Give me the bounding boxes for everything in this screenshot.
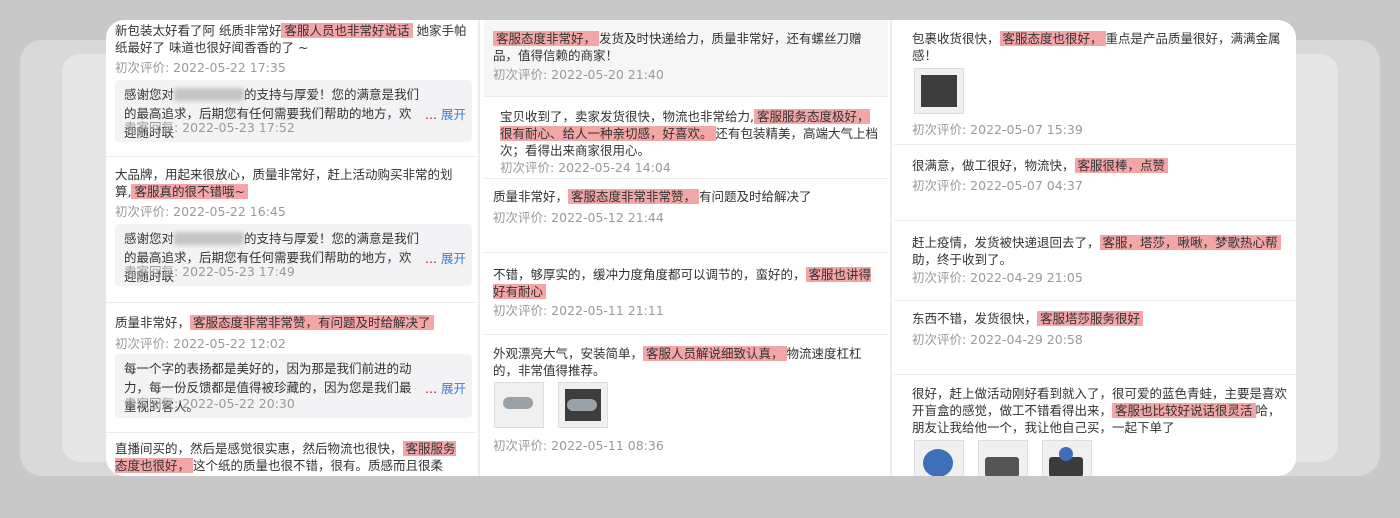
review-date: 初次评价: 2022-05-22 17:35 bbox=[115, 60, 286, 75]
review-photo-thumbnail[interactable] bbox=[494, 382, 544, 428]
review-date: 初次评价: 2022-05-07 04:37 bbox=[912, 178, 1083, 193]
review-column-1: 新包装太好看了阿 纸质非常好 客服人员也非常好说话 她家手帕纸最好了 味道也很好闻… bbox=[106, 20, 476, 476]
review-date: 初次评价: 2022-05-12 21:44 bbox=[493, 210, 664, 225]
review-photo-thumbnail[interactable] bbox=[914, 440, 964, 476]
review-item: 直播间买的，然后是感觉很实惠，然后物流也很快， 客服服务态度也很好， 这个纸的质量也… bbox=[106, 434, 476, 476]
expand-link[interactable]: ... 展开 bbox=[425, 104, 466, 123]
review-item: 质量非常好，客服态度非常非常赞，有问题及时给解决了 初次评价: 2022-05-… bbox=[484, 182, 888, 253]
review-item: 宝贝收到了，卖家发货很快，物流也非常给力, 客服服务态度极好，很有耐心、给人一种亲… bbox=[484, 102, 888, 179]
review-photo-thumbnail[interactable] bbox=[978, 440, 1028, 476]
review-column-3: 包裹收货很快， 客服态度也很好， 重点是产品质量很好，满满金属感！ 初次评价: 20… bbox=[894, 20, 1296, 476]
highlight: 客服很棒，点赞 bbox=[1074, 158, 1169, 173]
review-item: 很好，赶上做活动刚好看到就入了，很可爱的蓝色青蛙，主要是喜欢开盲盒的感觉，做工不… bbox=[894, 378, 1296, 476]
highlight: 客服塔莎服务很好 bbox=[1037, 311, 1144, 326]
review-item: 大品牌，用起来很放心，质量非常好，赶上活动购买非常的划算, 客服真的很不错哦~ 初… bbox=[106, 158, 476, 303]
review-text: 很满意，做工很好，物流快， 客服很棒，点赞 bbox=[912, 157, 1288, 174]
review-item: 很满意，做工很好，物流快， 客服很棒，点赞 初次评价: 2022-05-07 04… bbox=[894, 148, 1296, 221]
highlight: 客服人员也非常好说话 bbox=[281, 23, 413, 38]
highlight: 客服也比较好说话很灵活 bbox=[1112, 403, 1256, 418]
review-item: 东西不错，发货很快， 客服塔莎服务很好 初次评价: 2022-04-29 20:5… bbox=[894, 302, 1296, 375]
review-text: 宝贝收到了，卖家发货很快，物流也非常给力, 客服服务态度极好，很有耐心、给人一种亲… bbox=[500, 109, 879, 158]
column-divider bbox=[890, 20, 892, 476]
review-text: 质量非常好，客服态度非常非常赞，有问题及时给解决了 bbox=[115, 314, 468, 331]
highlight: 客服态度非常非常赞，有问题及时给解决了 bbox=[190, 315, 434, 330]
review-text: 直播间买的，然后是感觉很实惠，然后物流也很快， 客服服务态度也很好， 这个纸的质量也… bbox=[115, 441, 456, 476]
review-text: 很好，赶上做活动刚好看到就入了，很可爱的蓝色青蛙，主要是喜欢开盲盒的感觉，做工不… bbox=[912, 386, 1288, 435]
review-text: 新包装太好看了阿 纸质非常好 客服人员也非常好说话 她家手帕纸最好了 味道也很好闻… bbox=[115, 23, 467, 55]
review-item: 赶上疫情，发货被快递退回去了， 客服，塔莎，啾啾，梦歌热心帮助，终于收到了。 初次… bbox=[894, 224, 1296, 301]
review-date: 初次评价: 2022-05-11 08:36 bbox=[493, 438, 664, 453]
review-date: 初次评价: 2022-05-22 12:02 bbox=[115, 336, 286, 351]
review-photo-thumbnail[interactable] bbox=[558, 382, 608, 428]
highlight: 客服，塔莎，啾啾，梦歌热心帮 bbox=[1099, 235, 1281, 250]
column-divider bbox=[478, 20, 480, 476]
review-item: 质量非常好，客服态度非常非常赞，有问题及时给解决了 初次评价: 2022-05-… bbox=[106, 304, 476, 433]
review-photo-thumbnail[interactable] bbox=[1042, 440, 1092, 476]
review-date: 初次评价: 2022-04-29 21:05 bbox=[912, 270, 1083, 285]
reply-date: 卖家回复: 2022-05-22 20:30 bbox=[124, 396, 295, 411]
review-text: 不错，够厚实的，缓冲力度角度都可以调节的，蛮好的， 客服也讲得好有耐心 bbox=[493, 267, 872, 299]
review-collage: 新包装太好看了阿 纸质非常好 客服人员也非常好说话 她家手帕纸最好了 味道也很好闻… bbox=[106, 20, 1296, 476]
review-text: 东西不错，发货很快， 客服塔莎服务很好 bbox=[912, 310, 1288, 327]
seller-reply: 每一个字的表扬都是美好的，因为那是我们前进的动力，每一份反馈都是值得被珍藏的，因… bbox=[115, 354, 472, 418]
review-item: 新包装太好看了阿 纸质非常好 客服人员也非常好说话 她家手帕纸最好了 味道也很好闻… bbox=[106, 20, 476, 157]
highlight: 客服真的很不错哦~ bbox=[131, 184, 248, 199]
highlight: 客服态度非常好， bbox=[493, 31, 600, 46]
review-text: 质量非常好，客服态度非常非常赞，有问题及时给解决了 bbox=[493, 189, 812, 204]
highlight: 客服人员解说细致认真， bbox=[643, 346, 787, 361]
review-item: 不错，够厚实的，缓冲力度角度都可以调节的，蛮好的， 客服也讲得好有耐心 初次评价:… bbox=[484, 256, 888, 335]
redacted-store-name bbox=[174, 232, 245, 245]
highlight: 客服态度也很好， bbox=[999, 31, 1106, 46]
review-date: 初次评价: 2022-05-24 14:04 bbox=[500, 160, 671, 175]
review-item: 客服态度非常好， 发货及时快递给力，质量非常好，还有螺丝刀赠品，值得信赖的商家！ … bbox=[484, 20, 888, 97]
seller-reply: 感谢您对 的支持与厚爱！您的满意是我们的最高追求，后期您有任何需要我们帮助的地方，… bbox=[115, 80, 472, 142]
review-date: 初次评价: 2022-05-07 15:39 bbox=[912, 122, 1083, 137]
expand-link[interactable]: ... 展开 bbox=[425, 378, 466, 397]
review-date: 初次评价: 2022-05-22 16:45 bbox=[115, 204, 286, 219]
reply-date: 卖家回复: 2022-05-23 17:52 bbox=[124, 120, 295, 135]
review-text: 外观漂亮大气，安装简单， 客服人员解说细致认真， 物流速度杠杠的，非常值得推荐。 bbox=[493, 346, 862, 378]
review-item: 包裹收货很快， 客服态度也很好， 重点是产品质量很好，满满金属感！ 初次评价: 20… bbox=[894, 20, 1296, 145]
review-item: 外观漂亮大气，安装简单， 客服人员解说细致认真， 物流速度杠杠的，非常值得推荐。 初… bbox=[484, 338, 888, 476]
review-column-2: 客服态度非常好， 发货及时快递给力，质量非常好，还有螺丝刀赠品，值得信赖的商家！ … bbox=[484, 20, 888, 476]
reply-date: 卖家回复: 2022-05-23 17:49 bbox=[124, 264, 295, 279]
review-text: 赶上疫情，发货被快递退回去了， 客服，塔莎，啾啾，梦歌热心帮助，终于收到了。 bbox=[912, 234, 1288, 268]
review-text: 包裹收货很快， 客服态度也很好， 重点是产品质量很好，满满金属感！ bbox=[912, 31, 1281, 63]
redacted-store-name bbox=[174, 88, 245, 101]
review-text: 大品牌，用起来很放心，质量非常好，赶上活动购买非常的划算, 客服真的很不错哦~ bbox=[115, 167, 453, 199]
highlight: 客服态度非常非常赞， bbox=[568, 189, 700, 204]
review-text: 客服态度非常好， 发货及时快递给力，质量非常好，还有螺丝刀赠品，值得信赖的商家！ bbox=[493, 31, 862, 63]
expand-link[interactable]: ... 展开 bbox=[425, 248, 466, 267]
review-date: 初次评价: 2022-05-11 21:11 bbox=[493, 303, 664, 318]
seller-reply: 感谢您对 的支持与厚爱！您的满意是我们的最高追求，后期您有任何需要我们帮助的地方，… bbox=[115, 224, 472, 286]
review-date: 初次评价: 2022-04-29 20:58 bbox=[912, 332, 1083, 347]
review-photo-thumbnail[interactable] bbox=[914, 68, 964, 114]
review-date: 初次评价: 2022-05-20 21:40 bbox=[493, 67, 664, 82]
